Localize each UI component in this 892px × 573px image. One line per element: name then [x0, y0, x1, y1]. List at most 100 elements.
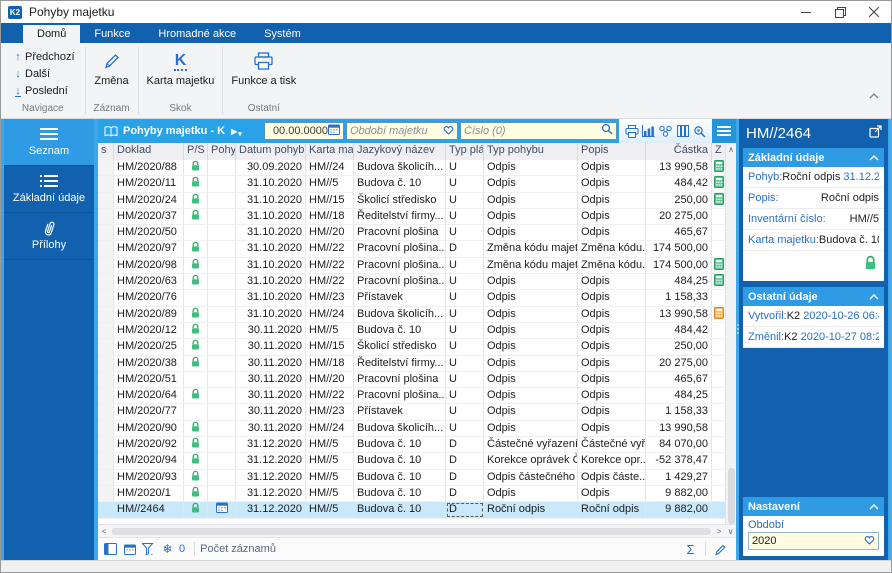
- table-row[interactable]: HM/2020/2431.10.2020HM//15Školicí středi…: [98, 193, 725, 209]
- right-accent-strip: [888, 119, 891, 560]
- column-header-p-s[interactable]: P/S: [184, 143, 208, 160]
- scroll-down-icon[interactable]: ∨: [725, 525, 736, 538]
- functions-print-button[interactable]: Funkce a tisk: [223, 46, 304, 87]
- ribbon-tab-bar: Domů Funkce Hromadné akce Systém: [1, 23, 891, 43]
- column-header-karta-maje[interactable]: Karta maje: [306, 143, 354, 160]
- tab-hromadne-akce[interactable]: Hromadné akce: [144, 25, 250, 43]
- table-row[interactable]: HM/2020/6430.11.2020HM//22Pracovní ploši…: [98, 388, 725, 404]
- table-row[interactable]: HM/2020/9231.12.2020HM//5Budova č. 10DČá…: [98, 437, 725, 453]
- detail-row-zmenil: Změnil: K2 2020-10-27 08:22:07: [743, 327, 884, 348]
- tab-system[interactable]: Systém: [250, 25, 315, 43]
- ribbon-collapse-icon[interactable]: [869, 86, 879, 104]
- print-icon[interactable]: [623, 122, 640, 140]
- table-row[interactable]: HM/2020/8830.09.2020HM//24Budova školicí…: [98, 160, 725, 176]
- vertical-scroll-thumb[interactable]: [728, 468, 735, 524]
- table-row[interactable]: HM/2020/1230.11.2020HM//5Budova č. 10UOd…: [98, 323, 725, 339]
- table-row[interactable]: HM/2020/2530.11.2020HM//15Školicí středi…: [98, 339, 725, 355]
- hamburger-icon: [6, 125, 92, 143]
- tab-domu[interactable]: Domů: [23, 25, 80, 43]
- number-filter-input[interactable]: [464, 125, 601, 137]
- sidebar-item-seznam[interactable]: Seznam: [4, 119, 94, 166]
- table-title[interactable]: Pohyby majetku - K ▶▾: [98, 124, 264, 138]
- period-filter-field: [346, 122, 458, 140]
- table-row[interactable]: HM/2020/5031.10.2020HM//20Pracovní ploši…: [98, 225, 725, 241]
- dropdown-heart-icon[interactable]: [864, 532, 875, 550]
- search-icon[interactable]: [601, 122, 613, 140]
- section-header[interactable]: Nastavení: [743, 497, 884, 516]
- table-row[interactable]: HM/2020/9431.12.2020HM//5Budova č. 10DKo…: [98, 453, 725, 469]
- table-row[interactable]: HM/2020/1131.10.2020HM//5Budova č. 10UOd…: [98, 176, 725, 192]
- table-row[interactable]: HM/2020/131.12.2020HM//5Budova č. 10DOdp…: [98, 486, 725, 502]
- panel-view-icon[interactable]: [101, 540, 120, 558]
- table-row[interactable]: HM/2020/7631.10.2020HM//23PřístavekUOdpi…: [98, 290, 725, 306]
- lock-icon: [184, 176, 208, 191]
- restore-button[interactable]: [823, 1, 857, 23]
- group-label-ostatni: Ostatní: [223, 102, 304, 118]
- table-row[interactable]: HM/2020/7730.11.2020HM//23PřístavekUOdpi…: [98, 404, 725, 420]
- calendar-status-icon[interactable]: [120, 540, 139, 558]
- scroll-up-icon[interactable]: ∧: [726, 143, 736, 156]
- arrow-down-icon: ↓: [11, 68, 25, 80]
- column-header-pohyb[interactable]: Pohyb: [208, 143, 236, 160]
- horizontal-scroll-thumb[interactable]: [112, 528, 711, 535]
- detail-panel: HM//2464 Základní údaje Pohyb: Roční odp…: [739, 119, 888, 560]
- scroll-left-icon[interactable]: <: [98, 525, 110, 538]
- previous-button[interactable]: ↑Předchozí: [11, 48, 75, 65]
- table-row[interactable]: HM/2020/9831.10.2020HM//22Pracovní ploši…: [98, 258, 725, 274]
- section-header[interactable]: Ostatní údaje: [743, 287, 884, 306]
- open-window-icon[interactable]: [869, 125, 882, 142]
- snowflake-icon[interactable]: ❄: [158, 540, 177, 558]
- sidebar-item-prilohy[interactable]: Přílohy: [4, 213, 94, 260]
- columns-icon[interactable]: [674, 122, 691, 140]
- sum-icon[interactable]: Σ: [681, 540, 700, 558]
- column-header-typ-pohybu[interactable]: Typ pohybu: [484, 143, 578, 160]
- column-header-jazykov-n-zev[interactable]: Jazykový název: [354, 143, 446, 160]
- close-button[interactable]: [857, 1, 891, 23]
- date-filter-input[interactable]: [268, 125, 328, 137]
- column-header-s[interactable]: s: [98, 143, 114, 160]
- table-row[interactable]: HM/2020/3830.11.2020HM//18Ředitelství fi…: [98, 356, 725, 372]
- column-header-doklad[interactable]: Doklad: [114, 143, 184, 160]
- minimize-button[interactable]: [789, 1, 823, 23]
- table-row[interactable]: HM/2020/3731.10.2020HM//18Ředitelství fi…: [98, 209, 725, 225]
- last-button[interactable]: ↓Poslední: [11, 82, 75, 99]
- table-row[interactable]: HM/2020/5130.11.2020HM//20Pracovní ploši…: [98, 372, 725, 388]
- lock-icon: [863, 255, 878, 276]
- table-row[interactable]: HM/2020/9731.10.2020HM//22Pracovní ploši…: [98, 241, 725, 257]
- table-row[interactable]: HM/2020/9030.11.2020HM//24Budova školicí…: [98, 421, 725, 437]
- lock-icon: [184, 486, 208, 501]
- column-header-typ-pl-nu[interactable]: Typ plánu: [446, 143, 484, 160]
- table-row[interactable]: HM/2020/8931.10.2020HM//24Budova školicí…: [98, 307, 725, 323]
- column-header-popis[interactable]: Popis: [578, 143, 646, 160]
- horizontal-scrollbar[interactable]: < > ∨: [98, 524, 736, 537]
- table-row[interactable]: HM/2020/6331.10.2020HM//22Pracovní ploši…: [98, 274, 725, 290]
- calendar-icon[interactable]: [328, 122, 340, 140]
- edit-pencil-icon[interactable]: [711, 540, 730, 558]
- asset-card-button[interactable]: K Karta majetku: [139, 46, 223, 87]
- pencil-icon: [102, 49, 121, 73]
- column-header-datum-pohybu[interactable]: Datum pohybu▾: [236, 143, 306, 160]
- period-filter-input[interactable]: [350, 125, 443, 137]
- search-settings-icon[interactable]: [691, 122, 708, 140]
- filter-icon[interactable]: [139, 540, 158, 558]
- tab-funkce[interactable]: Funkce: [80, 25, 144, 43]
- column-header--stka[interactable]: Částka: [646, 143, 712, 160]
- chevron-up-icon: [869, 152, 879, 164]
- vertical-scrollbar[interactable]: ∧: [725, 143, 736, 524]
- dropdown-heart-icon[interactable]: [443, 122, 454, 140]
- section-nastaveni: Nastavení Období: [743, 497, 884, 556]
- change-button[interactable]: Změna: [86, 46, 138, 87]
- scroll-right-icon[interactable]: >: [713, 525, 725, 538]
- status-bar: ❄ 0 Počet záznamů Σ: [98, 537, 736, 560]
- next-button[interactable]: ↓Další: [11, 65, 75, 82]
- period-input[interactable]: [752, 535, 864, 547]
- sidebar-item-zakladni-udaje[interactable]: Základní údaje: [4, 166, 94, 213]
- table-row[interactable]: HM/2020/9331.12.2020HM//5Budova č. 10DOd…: [98, 470, 725, 486]
- ribbon-group-zaznam: Změna Záznam: [86, 43, 138, 118]
- chart-icon[interactable]: [640, 122, 657, 140]
- section-header[interactable]: Základní údaje: [743, 148, 884, 167]
- table-menu-icon[interactable]: [712, 119, 736, 143]
- list-icon: [6, 172, 92, 190]
- table-row[interactable]: HM//246431.12.2020HM//5Budova č. 10DRočn…: [98, 502, 725, 518]
- workflow-icon[interactable]: [657, 122, 674, 140]
